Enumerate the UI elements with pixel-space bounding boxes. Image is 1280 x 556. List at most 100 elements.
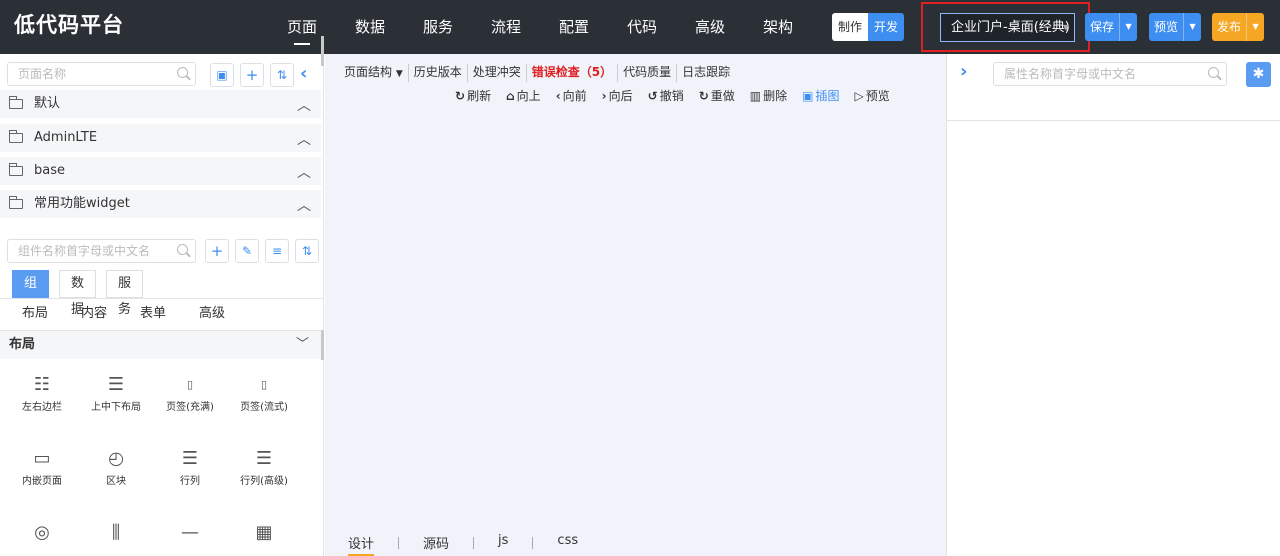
list-sort-icon[interactable]: ≡	[265, 239, 289, 263]
nav-code[interactable]: 代码	[608, 0, 676, 54]
preview-button[interactable]: 预览	[1149, 13, 1183, 41]
subtab-form[interactable]: 表单	[140, 304, 199, 324]
caret-down-icon: ▼	[395, 69, 403, 79]
mode-toggle: 制作 开发	[832, 13, 904, 41]
widget-embedded-page[interactable]: ▭ 内嵌页面	[6, 446, 78, 487]
chevron-up-icon[interactable]: ︿	[297, 192, 311, 220]
nav-data[interactable]: 数据	[336, 0, 404, 54]
chevron-up-icon[interactable]: ︿	[297, 92, 311, 120]
wrench-icon[interactable]: ✎	[235, 239, 259, 263]
add-icon[interactable]: +	[240, 63, 264, 87]
undo-button[interactable]: ↺ 撤销	[648, 88, 684, 104]
code-quality-button[interactable]: 代码质量	[618, 64, 678, 82]
save-button-group: 保存 ▼	[1085, 13, 1138, 41]
sort-icon[interactable]: ⇅	[270, 63, 294, 87]
tab-services[interactable]: 服务	[106, 270, 144, 317]
mode-dev-button[interactable]: 开发	[868, 13, 904, 41]
tab-components[interactable]: 组件	[12, 270, 50, 317]
chevron-up-icon[interactable]: ︿	[297, 159, 311, 187]
expand-right-icon[interactable]: ›	[960, 61, 967, 82]
redo-icon: ↻	[698, 89, 709, 103]
nav-service[interactable]: 服务	[404, 0, 472, 54]
error-check-button[interactable]: 错误检查（5）	[527, 64, 619, 82]
add-folder-icon[interactable]: ▣	[210, 63, 234, 87]
delete-button[interactable]: ▥ 删除	[750, 88, 787, 104]
save-button[interactable]: 保存	[1085, 13, 1119, 41]
subtab-layout[interactable]: 布局	[22, 304, 81, 324]
nav-config[interactable]: 配置	[540, 0, 608, 54]
group-adminlte[interactable]: AdminLTE ︿	[0, 124, 321, 152]
widget-block[interactable]: ◴ 区块	[80, 446, 152, 487]
group-base[interactable]: base ︿	[0, 157, 321, 185]
conflict-button[interactable]: 处理冲突	[468, 64, 527, 82]
page-structure-button[interactable]: 页面结构 ▼	[339, 64, 409, 82]
group-default[interactable]: 默认 ︿	[0, 90, 321, 118]
widget-globe[interactable]: ◎	[6, 520, 78, 546]
property-search-input[interactable]: 属性名称首字母或中文名	[993, 62, 1227, 86]
refresh-label: 刷新	[467, 89, 492, 103]
tab-css[interactable]: css	[557, 533, 578, 556]
insert-image-button[interactable]: ▣ 插图	[802, 88, 839, 104]
chevron-down-icon[interactable]: ﹀	[296, 331, 309, 359]
nav-architecture[interactable]: 架构	[744, 0, 812, 54]
refresh-button[interactable]: ↻ 刷新	[455, 88, 491, 104]
widget-divider[interactable]: —	[154, 520, 226, 546]
publish-dropdown-icon[interactable]: ▼	[1246, 13, 1264, 41]
page-search-placeholder: 页面名称	[18, 67, 67, 81]
widget-grid[interactable]: ▦	[228, 520, 300, 546]
subtab-content[interactable]: 内容	[81, 304, 140, 324]
category-layout[interactable]: 布局 ﹀	[0, 331, 321, 359]
nav-flow[interactable]: 流程	[472, 0, 540, 54]
preview-tool-button[interactable]: ▷ 预览	[855, 88, 890, 104]
collapse-left-icon[interactable]: ‹	[300, 63, 307, 84]
widget-columns[interactable]: ⫼	[80, 520, 152, 546]
columns-icon: ⫼	[111, 522, 121, 543]
scrollbar[interactable]	[321, 36, 324, 66]
nav-advanced[interactable]: 高级	[676, 0, 744, 54]
preview-dropdown-icon[interactable]: ▼	[1183, 13, 1201, 41]
forward-button[interactable]: ‹ 向前	[556, 88, 587, 104]
widget-label: 行列	[180, 476, 200, 487]
widget-label: 左右边栏	[22, 402, 62, 413]
editor-tabs: 设计 源码 js css	[348, 533, 578, 556]
subtab-advanced[interactable]: 高级	[199, 304, 258, 324]
widget-left-right-sidebar[interactable]: ☷ 左右边栏	[6, 372, 78, 413]
widget-tabs-fill[interactable]: ▯ 页签(充满)	[154, 372, 226, 413]
mode-make-button[interactable]: 制作	[832, 13, 868, 41]
tab-separator	[473, 537, 475, 549]
tab-design[interactable]: 设计	[348, 533, 375, 556]
tab-js[interactable]: js	[498, 533, 508, 556]
redo-button[interactable]: ↻ 重做	[699, 88, 735, 104]
log-trace-button[interactable]: 日志跟踪	[677, 64, 735, 82]
design-canvas[interactable]	[325, 54, 946, 556]
widget-top-middle-bottom[interactable]: ☰ 上中下布局	[80, 372, 152, 413]
preview-label: 预览	[865, 89, 890, 103]
delete-label: 删除	[763, 89, 788, 103]
group-label: 默认	[34, 96, 61, 111]
up-button[interactable]: ⌂ 向上	[506, 88, 541, 104]
project-select[interactable]: 企业门户-桌面(经典) ▼	[940, 13, 1075, 42]
edit-toolbar: ↻ 刷新 ⌂ 向上 ‹ 向前 › 向后 ↺ 撤销 ↻ 重做 ▥ 删除 ▣ 插图 ▷ 预览	[455, 88, 905, 104]
widget-rows-advanced[interactable]: ☰ 行列(高级)	[228, 446, 300, 487]
back-button[interactable]: › 向后	[602, 88, 633, 104]
component-search-placeholder: 组件名称首字母或中文名	[18, 244, 151, 258]
widget-label: 行列(高级)	[240, 476, 288, 487]
history-button[interactable]: 历史版本	[409, 64, 468, 82]
page-search-input[interactable]: 页面名称	[7, 62, 196, 86]
save-dropdown-icon[interactable]: ▼	[1119, 13, 1137, 41]
add-component-icon[interactable]: +	[205, 239, 229, 263]
gear-icon[interactable]: ✱	[1246, 62, 1271, 87]
component-search-input[interactable]: 组件名称首字母或中文名	[7, 239, 196, 263]
component-subtabs: 布局 内容 表单 高级	[22, 304, 258, 324]
tab-source[interactable]: 源码	[423, 533, 449, 556]
sort-toggle-icon[interactable]: ⇅	[295, 239, 319, 263]
widget-tabs-flow[interactable]: ▯ 页签(流式)	[228, 372, 300, 413]
tab-data[interactable]: 数据	[59, 270, 97, 317]
scrollbar[interactable]	[321, 330, 324, 360]
chevron-up-icon[interactable]: ︿	[297, 126, 311, 154]
publish-button[interactable]: 发布	[1212, 13, 1246, 41]
widget-rows[interactable]: ☰ 行列	[154, 446, 226, 487]
nav-page[interactable]: 页面	[268, 0, 336, 54]
group-common-widget[interactable]: 常用功能widget ︿	[0, 190, 321, 218]
widget-label: 内嵌页面	[22, 476, 62, 487]
